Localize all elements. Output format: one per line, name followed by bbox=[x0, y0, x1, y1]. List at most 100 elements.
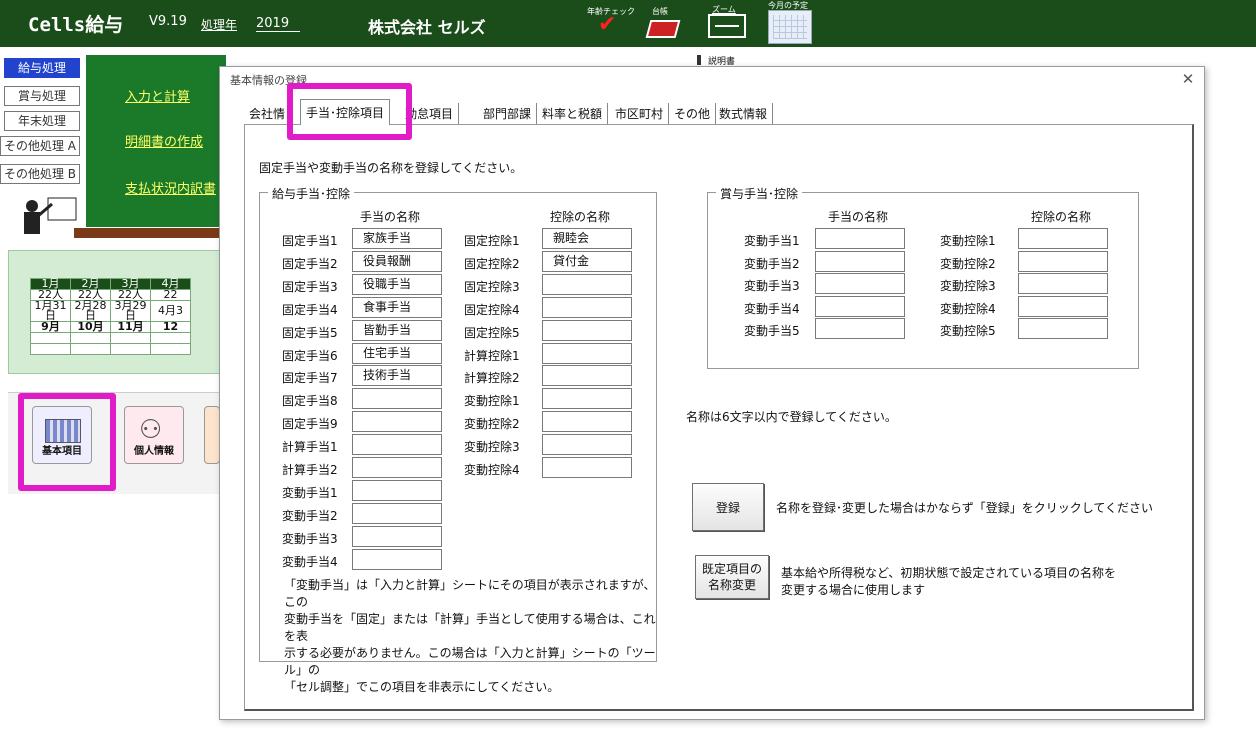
allowance-name-field[interactable]: 役職手当 bbox=[352, 273, 442, 295]
bonus-allowance-name-field[interactable] bbox=[815, 228, 905, 249]
deduction-row-label: 変動控除1 bbox=[464, 394, 520, 409]
name-length-note: 名称は6文字以内で登録してください。 bbox=[686, 410, 897, 424]
deduction-name-field[interactable] bbox=[542, 296, 632, 318]
payday-calendar: 1月 2月 3月 4月 22人 22人 22人 22 1月31日 2月28日 3… bbox=[30, 278, 191, 355]
next-icon-button[interactable] bbox=[204, 406, 220, 464]
sidebar-other-a-button[interactable]: その他処理 A bbox=[0, 136, 80, 156]
bonus-allowance-name-field[interactable] bbox=[815, 295, 905, 317]
personal-info-button[interactable]: ⚇ 個人情報 bbox=[124, 406, 184, 464]
bonus-allowance-name-field[interactable] bbox=[815, 273, 905, 294]
allowance-name-field[interactable]: 皆勤手当 bbox=[352, 319, 442, 341]
salary-group: 給与手当･控除 手当の名称 控除の名称 固定手当1 家族手当 固定手当2 役員報酬 固定… bbox=[259, 185, 657, 694]
deduction-name-field[interactable]: 親睦会 bbox=[542, 228, 632, 249]
deduction-name-field[interactable] bbox=[542, 457, 632, 478]
bonus-allowance-name-field[interactable] bbox=[815, 318, 905, 339]
cal-empty bbox=[150, 332, 191, 344]
allowance-row-label: 計算手当1 bbox=[282, 440, 338, 455]
allowance-name-field[interactable]: 住宅手当 bbox=[352, 342, 442, 364]
chalk-rail bbox=[74, 228, 234, 238]
link-statement[interactable]: 明細書の作成 bbox=[125, 131, 203, 150]
tab-department[interactable]: 部門部課 bbox=[478, 103, 538, 125]
allowance-row-label: 変動手当4 bbox=[282, 554, 338, 569]
bonus-deduction-header: 控除の名称 bbox=[1031, 210, 1092, 224]
deduction-name-field[interactable] bbox=[542, 365, 632, 387]
bonus-deduction-name-field[interactable] bbox=[1018, 273, 1108, 294]
deduction-name-field[interactable] bbox=[542, 273, 632, 295]
allowance-name-field[interactable]: 役員報酬 bbox=[352, 250, 442, 272]
rename-default-items-button[interactable]: 既定項目の 名称変更 bbox=[695, 555, 769, 599]
tab-formula[interactable]: 数式情報 bbox=[714, 103, 774, 125]
deduction-row-label: 計算控除2 bbox=[464, 371, 520, 386]
zoom-icon[interactable] bbox=[708, 14, 746, 38]
bonus-deduction-row-label: 変動控除5 bbox=[940, 324, 996, 338]
year-label: 処理年 bbox=[201, 18, 238, 32]
tab-company[interactable]: 会社情 bbox=[244, 103, 292, 125]
allowance-name-field[interactable] bbox=[352, 434, 442, 456]
teacher-icon bbox=[24, 197, 77, 234]
bonus-deduction-name-field[interactable] bbox=[1018, 318, 1108, 339]
cal-empty bbox=[70, 332, 111, 344]
bonus-allowance-name-field[interactable] bbox=[815, 250, 905, 272]
allowance-row-label: 固定手当2 bbox=[282, 256, 338, 271]
tab-municipality[interactable]: 市区町村 bbox=[610, 103, 670, 125]
bonus-deduction-name-field[interactable] bbox=[1018, 228, 1108, 249]
allowance-name-field[interactable] bbox=[352, 411, 442, 433]
basic-info-dialog: 基本情報の登録 ✕ 会社情 手当･控除項目 勤怠項目 部門部課 料率と税額 市区… bbox=[219, 66, 1205, 720]
link-input-calc[interactable]: 入力と計算 bbox=[125, 86, 190, 105]
register-note: 名称を登録･変更した場合はかならず「登録」をクリックしてください bbox=[776, 501, 1154, 515]
cal-empty bbox=[70, 343, 111, 355]
link-payment-detail[interactable]: 支払状況内訳書 bbox=[125, 178, 216, 197]
register-button[interactable]: 登録 bbox=[692, 483, 764, 531]
allowance-name-field[interactable]: 家族手当 bbox=[352, 228, 442, 249]
bonus-allowance-row-label: 変動手当2 bbox=[744, 256, 800, 271]
bonus-deduction-row-label: 変動控除4 bbox=[940, 301, 996, 316]
app-window: Cells給与 V9.19 処理年 2019 株式会社 セルズ 年齢チェック ✔… bbox=[0, 0, 1256, 736]
bonus-deduction-name-field[interactable] bbox=[1018, 250, 1108, 272]
cal-month: 11月 bbox=[110, 321, 151, 333]
cal-date: 1月31日 bbox=[30, 300, 71, 322]
tab-highlight bbox=[287, 83, 412, 140]
sidebar-bonus-button[interactable]: 賞与処理 bbox=[4, 86, 80, 106]
sidebar-other-b-button[interactable]: その他処理 B bbox=[0, 164, 80, 184]
age-check-icon[interactable]: ✔ bbox=[598, 14, 616, 36]
deduction-name-field[interactable] bbox=[542, 434, 632, 456]
deduction-row-label: 固定控除3 bbox=[464, 279, 520, 294]
deduction-name-field[interactable] bbox=[542, 342, 632, 364]
bonus-deduction-name-field[interactable] bbox=[1018, 295, 1108, 317]
calendar-icon[interactable] bbox=[768, 10, 812, 44]
allowance-row-label: 固定手当6 bbox=[282, 348, 338, 363]
deduction-name-field[interactable] bbox=[542, 411, 632, 433]
allowance-name-field[interactable] bbox=[352, 388, 442, 410]
year-value[interactable]: 2019 bbox=[256, 16, 300, 32]
allowance-name-field[interactable] bbox=[352, 548, 442, 570]
allowance-name-field[interactable] bbox=[352, 525, 442, 547]
variable-allowance-note: 「変動手当」は「入力と計算」シートにその項目が表示されますが、この 変動手当を「… bbox=[284, 578, 656, 694]
allowance-row-label: 変動手当2 bbox=[282, 508, 338, 523]
sidebar-salary-button[interactable]: 給与処理 bbox=[4, 58, 80, 78]
allowance-name-field[interactable] bbox=[352, 502, 442, 524]
sidebar-yearend-button[interactable]: 年末処理 bbox=[4, 111, 80, 131]
close-icon[interactable]: ✕ bbox=[1180, 71, 1196, 87]
allowance-name-field[interactable]: 食事手当 bbox=[352, 296, 442, 318]
allowance-row-label: 固定手当9 bbox=[282, 417, 338, 432]
deduction-row-label: 固定控除5 bbox=[464, 325, 520, 340]
deduction-name-field[interactable] bbox=[542, 319, 632, 341]
manual-marker bbox=[697, 55, 701, 65]
deduction-row-label: 変動控除4 bbox=[464, 463, 520, 477]
tab-other[interactable]: その他 bbox=[669, 103, 717, 125]
bonus-allowance-header: 手当の名称 bbox=[828, 210, 889, 224]
deduction-name-field[interactable] bbox=[542, 388, 632, 410]
salary-allowance-header: 手当の名称 bbox=[360, 210, 421, 224]
allowance-name-field[interactable] bbox=[352, 479, 442, 501]
allowance-row-label: 計算手当2 bbox=[282, 463, 338, 477]
salary-group-legend: 給与手当･控除 bbox=[268, 185, 355, 202]
deduction-name-field[interactable]: 貸付金 bbox=[542, 250, 632, 272]
cal-date: 3月29日 bbox=[110, 300, 151, 322]
bonus-allowance-row-label: 変動手当3 bbox=[744, 279, 800, 293]
allowance-name-field[interactable]: 技術手当 bbox=[352, 365, 442, 387]
tab-rates[interactable]: 料率と税額 bbox=[537, 103, 609, 125]
cal-empty bbox=[30, 332, 71, 344]
allowance-name-field[interactable] bbox=[352, 457, 442, 478]
ledger-book-icon[interactable] bbox=[645, 20, 681, 38]
cal-month: 9月 bbox=[30, 321, 71, 333]
